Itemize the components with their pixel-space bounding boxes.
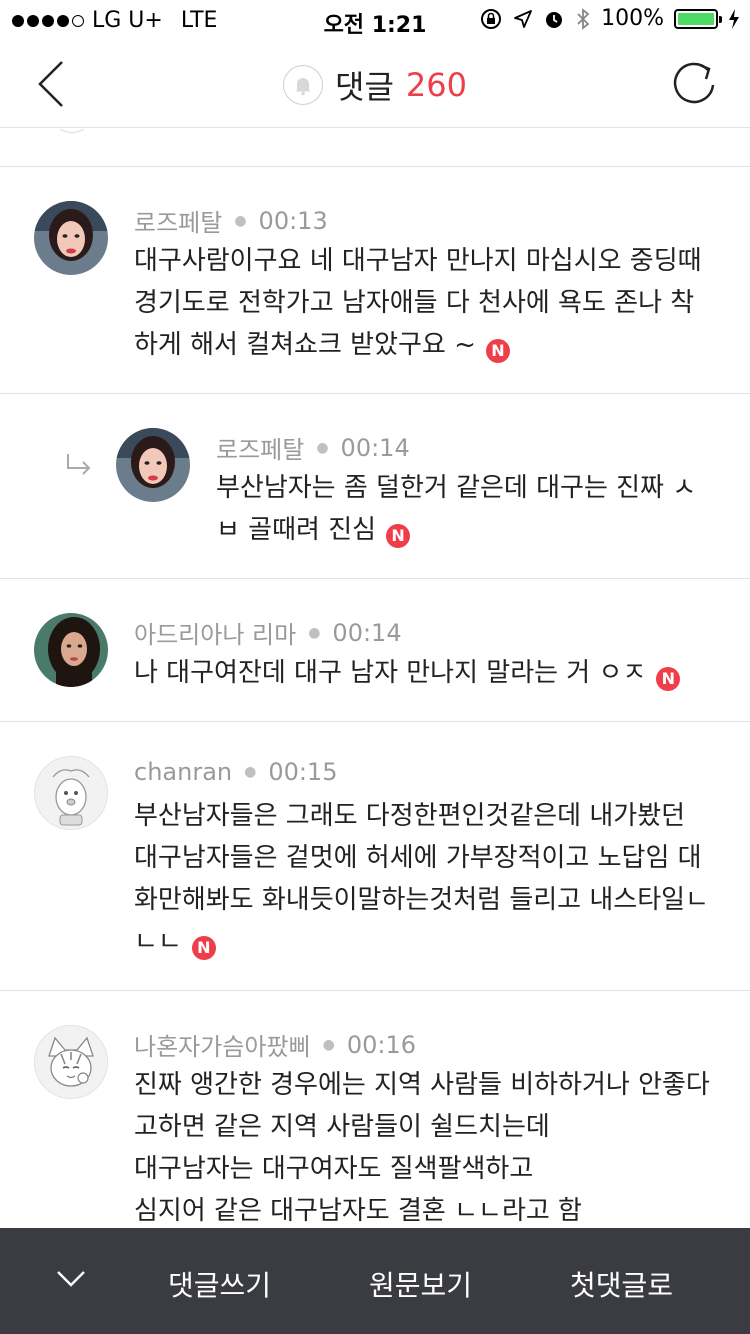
comment-text: 진짜 앵간한 경우에는 지역 사람들 비하하거나 안좋다 고하면 같은 지역 사… xyxy=(134,1064,724,1228)
refresh-button[interactable] xyxy=(668,58,720,110)
status-right: 100% xyxy=(479,6,740,31)
chevron-down-icon xyxy=(57,1271,85,1287)
page-title: 댓글 260 xyxy=(0,62,750,108)
comment-author[interactable]: 로즈페탈 xyxy=(134,203,222,238)
comment-item: 아드리아나 리마 ● 00:14 나 대구여잔데 대구 남자 만나지 말라는 거… xyxy=(0,579,750,722)
bell-icon xyxy=(283,65,324,105)
rotation-lock-icon xyxy=(481,8,502,29)
comment-time: 00:13 xyxy=(258,206,328,235)
comment-meta: chanran ● 00:15 xyxy=(134,758,338,786)
new-badge: N xyxy=(386,524,411,548)
first-comment-button[interactable]: 첫댓글로 xyxy=(570,1264,673,1304)
comment-author[interactable]: chanran xyxy=(134,758,232,786)
comment-partial xyxy=(0,129,750,167)
comment-text: 나 대구여잔데 대구 남자 만나지 말라는 거 ㅇㅈ N xyxy=(134,652,724,694)
comment-meta: 로즈페탈 ● 00:13 xyxy=(134,203,328,238)
comment-author[interactable]: 로즈페탈 xyxy=(216,430,304,465)
alarm-icon xyxy=(546,11,563,28)
comment-body: 나 대구여잔데 대구 남자 만나지 말라는 거 ㅇㅈ xyxy=(134,658,647,688)
comment-body: 진짜 앵간한 경우에는 지역 사람들 비하하거나 안좋다 고하면 같은 지역 사… xyxy=(134,1070,710,1226)
charging-icon xyxy=(729,8,739,29)
bluetooth-icon xyxy=(577,7,590,30)
avatar xyxy=(50,129,94,133)
comment-reply-item: 로즈페탈 ● 00:14 부산남자는 좀 덜한거 같은데 대구는 진짜 ㅅ ㅂ … xyxy=(0,394,750,579)
avatar[interactable] xyxy=(116,428,190,502)
comment-time: 00:15 xyxy=(268,758,338,786)
avatar[interactable] xyxy=(34,613,108,687)
separator-dot: ● xyxy=(316,439,329,456)
avatar[interactable] xyxy=(34,756,108,830)
comment-body: 부산남자는 좀 덜한거 같은데 대구는 진짜 ㅅ ㅂ 골때려 진심 xyxy=(216,473,697,545)
battery-percent: 100% xyxy=(601,6,664,31)
avatar[interactable] xyxy=(34,1025,108,1099)
write-comment-button[interactable]: 댓글쓰기 xyxy=(168,1264,271,1304)
bottom-toolbar: 댓글쓰기 원문보기 첫댓글로 xyxy=(0,1228,750,1334)
comment-text: 부산남자들은 그래도 다정한편인것같은데 내가봤던 대구남자들은 겉멋에 허세에… xyxy=(134,795,724,963)
refresh-icon xyxy=(673,62,715,104)
header: 댓글 260 xyxy=(0,40,750,128)
comment-item: 나혼자가슴아팠삐 ● 00:16 진짜 앵간한 경우에는 지역 사람들 비하하거… xyxy=(0,991,750,1228)
comment-meta: 아드리아나 리마 ● 00:14 xyxy=(134,615,402,650)
comment-author[interactable]: 아드리아나 리마 xyxy=(134,615,296,650)
comment-meta: 나혼자가슴아팠삐 ● 00:16 xyxy=(134,1027,416,1062)
comment-time: 00:16 xyxy=(346,1030,417,1059)
new-badge: N xyxy=(656,667,681,691)
comment-list[interactable]: 로즈페탈 ● 00:13 대구사람이구요 네 대구남자 만나지 마십시오 중딩때… xyxy=(0,129,750,1228)
new-badge: N xyxy=(191,936,216,960)
comment-meta: 로즈페탈 ● 00:14 xyxy=(216,430,410,465)
battery-fill xyxy=(678,12,714,25)
separator-dot: ● xyxy=(234,212,247,229)
title-label: 댓글 xyxy=(335,68,394,106)
separator-dot: ● xyxy=(244,764,257,780)
comment-author[interactable]: 나혼자가슴아팠삐 xyxy=(134,1027,311,1062)
comment-time: 00:14 xyxy=(340,433,410,462)
comment-item: chanran ● 00:15 부산남자들은 그래도 다정한편인것같은데 내가봤… xyxy=(0,722,750,991)
new-badge: N xyxy=(485,339,510,363)
reply-arrow-icon xyxy=(67,454,91,475)
location-icon xyxy=(514,9,532,28)
view-original-button[interactable]: 원문보기 xyxy=(369,1264,472,1304)
comment-text: 부산남자는 좀 덜한거 같은데 대구는 진짜 ㅅ ㅂ 골때려 진심 N xyxy=(216,467,716,551)
status-bar: LG U+ LTE 오전 1:21 100% xyxy=(0,0,750,40)
avatar[interactable] xyxy=(34,201,108,275)
comment-item: 로즈페탈 ● 00:13 대구사람이구요 네 대구남자 만나지 마십시오 중딩때… xyxy=(0,167,750,394)
comment-time: 00:14 xyxy=(332,618,402,647)
comment-text: 대구사람이구요 네 대구남자 만나지 마십시오 중딩때 경기도로 전학가고 남자… xyxy=(134,240,724,366)
separator-dot: ● xyxy=(308,624,321,641)
collapse-button[interactable] xyxy=(54,1268,88,1290)
comment-body: 대구사람이구요 네 대구남자 만나지 마십시오 중딩때 경기도로 전학가고 남자… xyxy=(134,246,702,360)
battery-icon xyxy=(674,8,722,29)
comment-body: 부산남자들은 그래도 다정한편인것같은데 내가봤던 대구남자들은 겉멋에 허세에… xyxy=(134,801,709,957)
separator-dot: ● xyxy=(322,1036,335,1053)
comment-count: 260 xyxy=(405,66,467,104)
